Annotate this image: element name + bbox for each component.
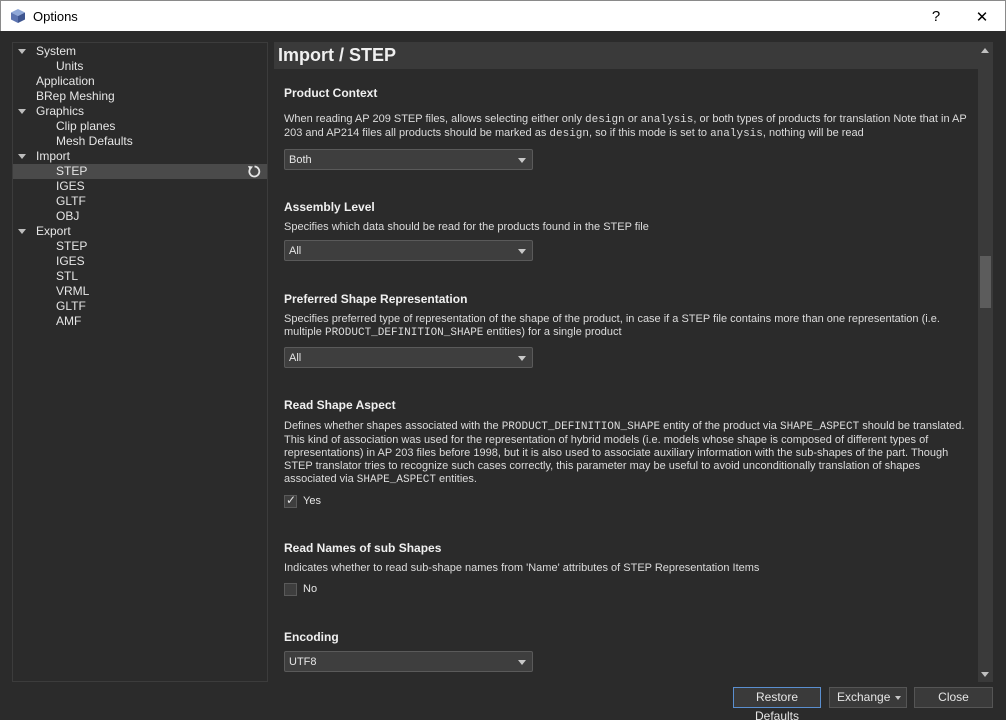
assembly-level-select[interactable]: All: [284, 240, 533, 261]
preferred-shape-select[interactable]: All: [284, 347, 533, 368]
section-description: Specifies preferred type of representati…: [284, 313, 940, 339]
tree-item-import-obj[interactable]: OBJ: [13, 209, 267, 224]
help-button[interactable]: ?: [913, 1, 959, 32]
reset-icon[interactable]: [247, 164, 262, 179]
options-tree[interactable]: System Units Application BRep Meshing Gr…: [12, 42, 268, 682]
section-heading: Read Shape Aspect: [284, 398, 396, 412]
section-description: Defines whether shapes associated with t…: [284, 420, 965, 486]
expand-arrow-icon[interactable]: [18, 229, 26, 234]
settings-panel: Import / STEP Product Context When readi…: [274, 42, 993, 682]
tree-item-export-stl[interactable]: STL: [13, 269, 267, 284]
checkmark-icon: ✓: [286, 493, 297, 507]
section-heading: Encoding: [284, 630, 339, 644]
tree-item-import-gltf[interactable]: GLTF: [13, 194, 267, 209]
expand-arrow-icon[interactable]: [18, 49, 26, 54]
app-cube-icon: [11, 9, 25, 23]
close-window-button[interactable]: ✕: [959, 1, 1005, 32]
tree-item-export-vrml[interactable]: VRML: [13, 284, 267, 299]
restore-defaults-button[interactable]: Restore Defaults: [733, 687, 821, 720]
encoding-select[interactable]: UTF8: [284, 651, 533, 672]
encoding-section: Encoding UTF8: [284, 630, 974, 672]
vertical-scrollbar[interactable]: [978, 42, 993, 682]
tree-item-export[interactable]: Export: [13, 224, 267, 239]
page-title: Import / STEP: [278, 45, 397, 65]
product-context-section: Product Context When reading AP 209 STEP…: [284, 86, 974, 170]
read-shape-aspect-checkbox[interactable]: ✓: [284, 493, 297, 508]
tree-item-export-amf[interactable]: AMF: [13, 314, 267, 329]
section-heading: Assembly Level: [284, 200, 375, 214]
section-description: Specifies which data should be read for …: [284, 221, 649, 233]
section-heading: Preferred Shape Representation: [284, 292, 468, 306]
section-description: Indicates whether to read sub-shape name…: [284, 562, 760, 574]
section-heading: Read Names of sub Shapes: [284, 541, 442, 555]
tree-item-clip-planes[interactable]: Clip planes: [13, 119, 267, 134]
exchange-button[interactable]: Exchange: [829, 687, 907, 708]
assembly-level-section: Assembly Level Specifies which data shou…: [284, 200, 974, 261]
chevron-down-icon: [518, 660, 526, 665]
panel-header: Import / STEP: [274, 42, 978, 69]
title-bar: Options ? ✕: [0, 0, 1006, 31]
tree-item-export-gltf[interactable]: GLTF: [13, 299, 267, 314]
tree-item-system[interactable]: System: [13, 44, 267, 59]
window-title: Options: [33, 8, 78, 24]
tree-item-export-iges[interactable]: IGES: [13, 254, 267, 269]
scroll-up-arrow-icon[interactable]: [981, 48, 989, 53]
read-names-section: Read Names of sub Shapes Indicates wheth…: [284, 541, 974, 596]
close-button[interactable]: Close: [914, 687, 993, 708]
expand-arrow-icon[interactable]: [18, 109, 26, 114]
product-context-select[interactable]: Both: [284, 149, 533, 170]
tree-item-import-step[interactable]: STEP: [13, 164, 267, 179]
tree-item-import-iges[interactable]: IGES: [13, 179, 267, 194]
chevron-down-icon: [518, 249, 526, 254]
tree-item-application[interactable]: Application: [13, 74, 267, 89]
tree-item-import[interactable]: Import: [13, 149, 267, 164]
chevron-down-icon: [518, 356, 526, 361]
section-description: When reading AP 209 STEP files, allows s…: [284, 113, 967, 140]
read-names-checkbox[interactable]: [284, 583, 297, 596]
tree-item-brep-meshing[interactable]: BRep Meshing: [13, 89, 267, 104]
tree-item-mesh-defaults[interactable]: Mesh Defaults: [13, 134, 267, 149]
tree-item-units[interactable]: Units: [13, 59, 267, 74]
chevron-down-icon: [518, 158, 526, 163]
section-heading: Product Context: [284, 86, 378, 100]
expand-arrow-icon[interactable]: [18, 154, 26, 159]
scrollbar-thumb[interactable]: [980, 256, 991, 308]
tree-item-graphics[interactable]: Graphics: [13, 104, 267, 119]
chevron-down-icon: [895, 696, 901, 700]
tree-item-export-step[interactable]: STEP: [13, 239, 267, 254]
read-shape-aspect-section: Read Shape Aspect Defines whether shapes…: [284, 398, 974, 508]
scroll-down-arrow-icon[interactable]: [981, 672, 989, 677]
preferred-shape-section: Preferred Shape Representation Specifies…: [284, 292, 974, 368]
